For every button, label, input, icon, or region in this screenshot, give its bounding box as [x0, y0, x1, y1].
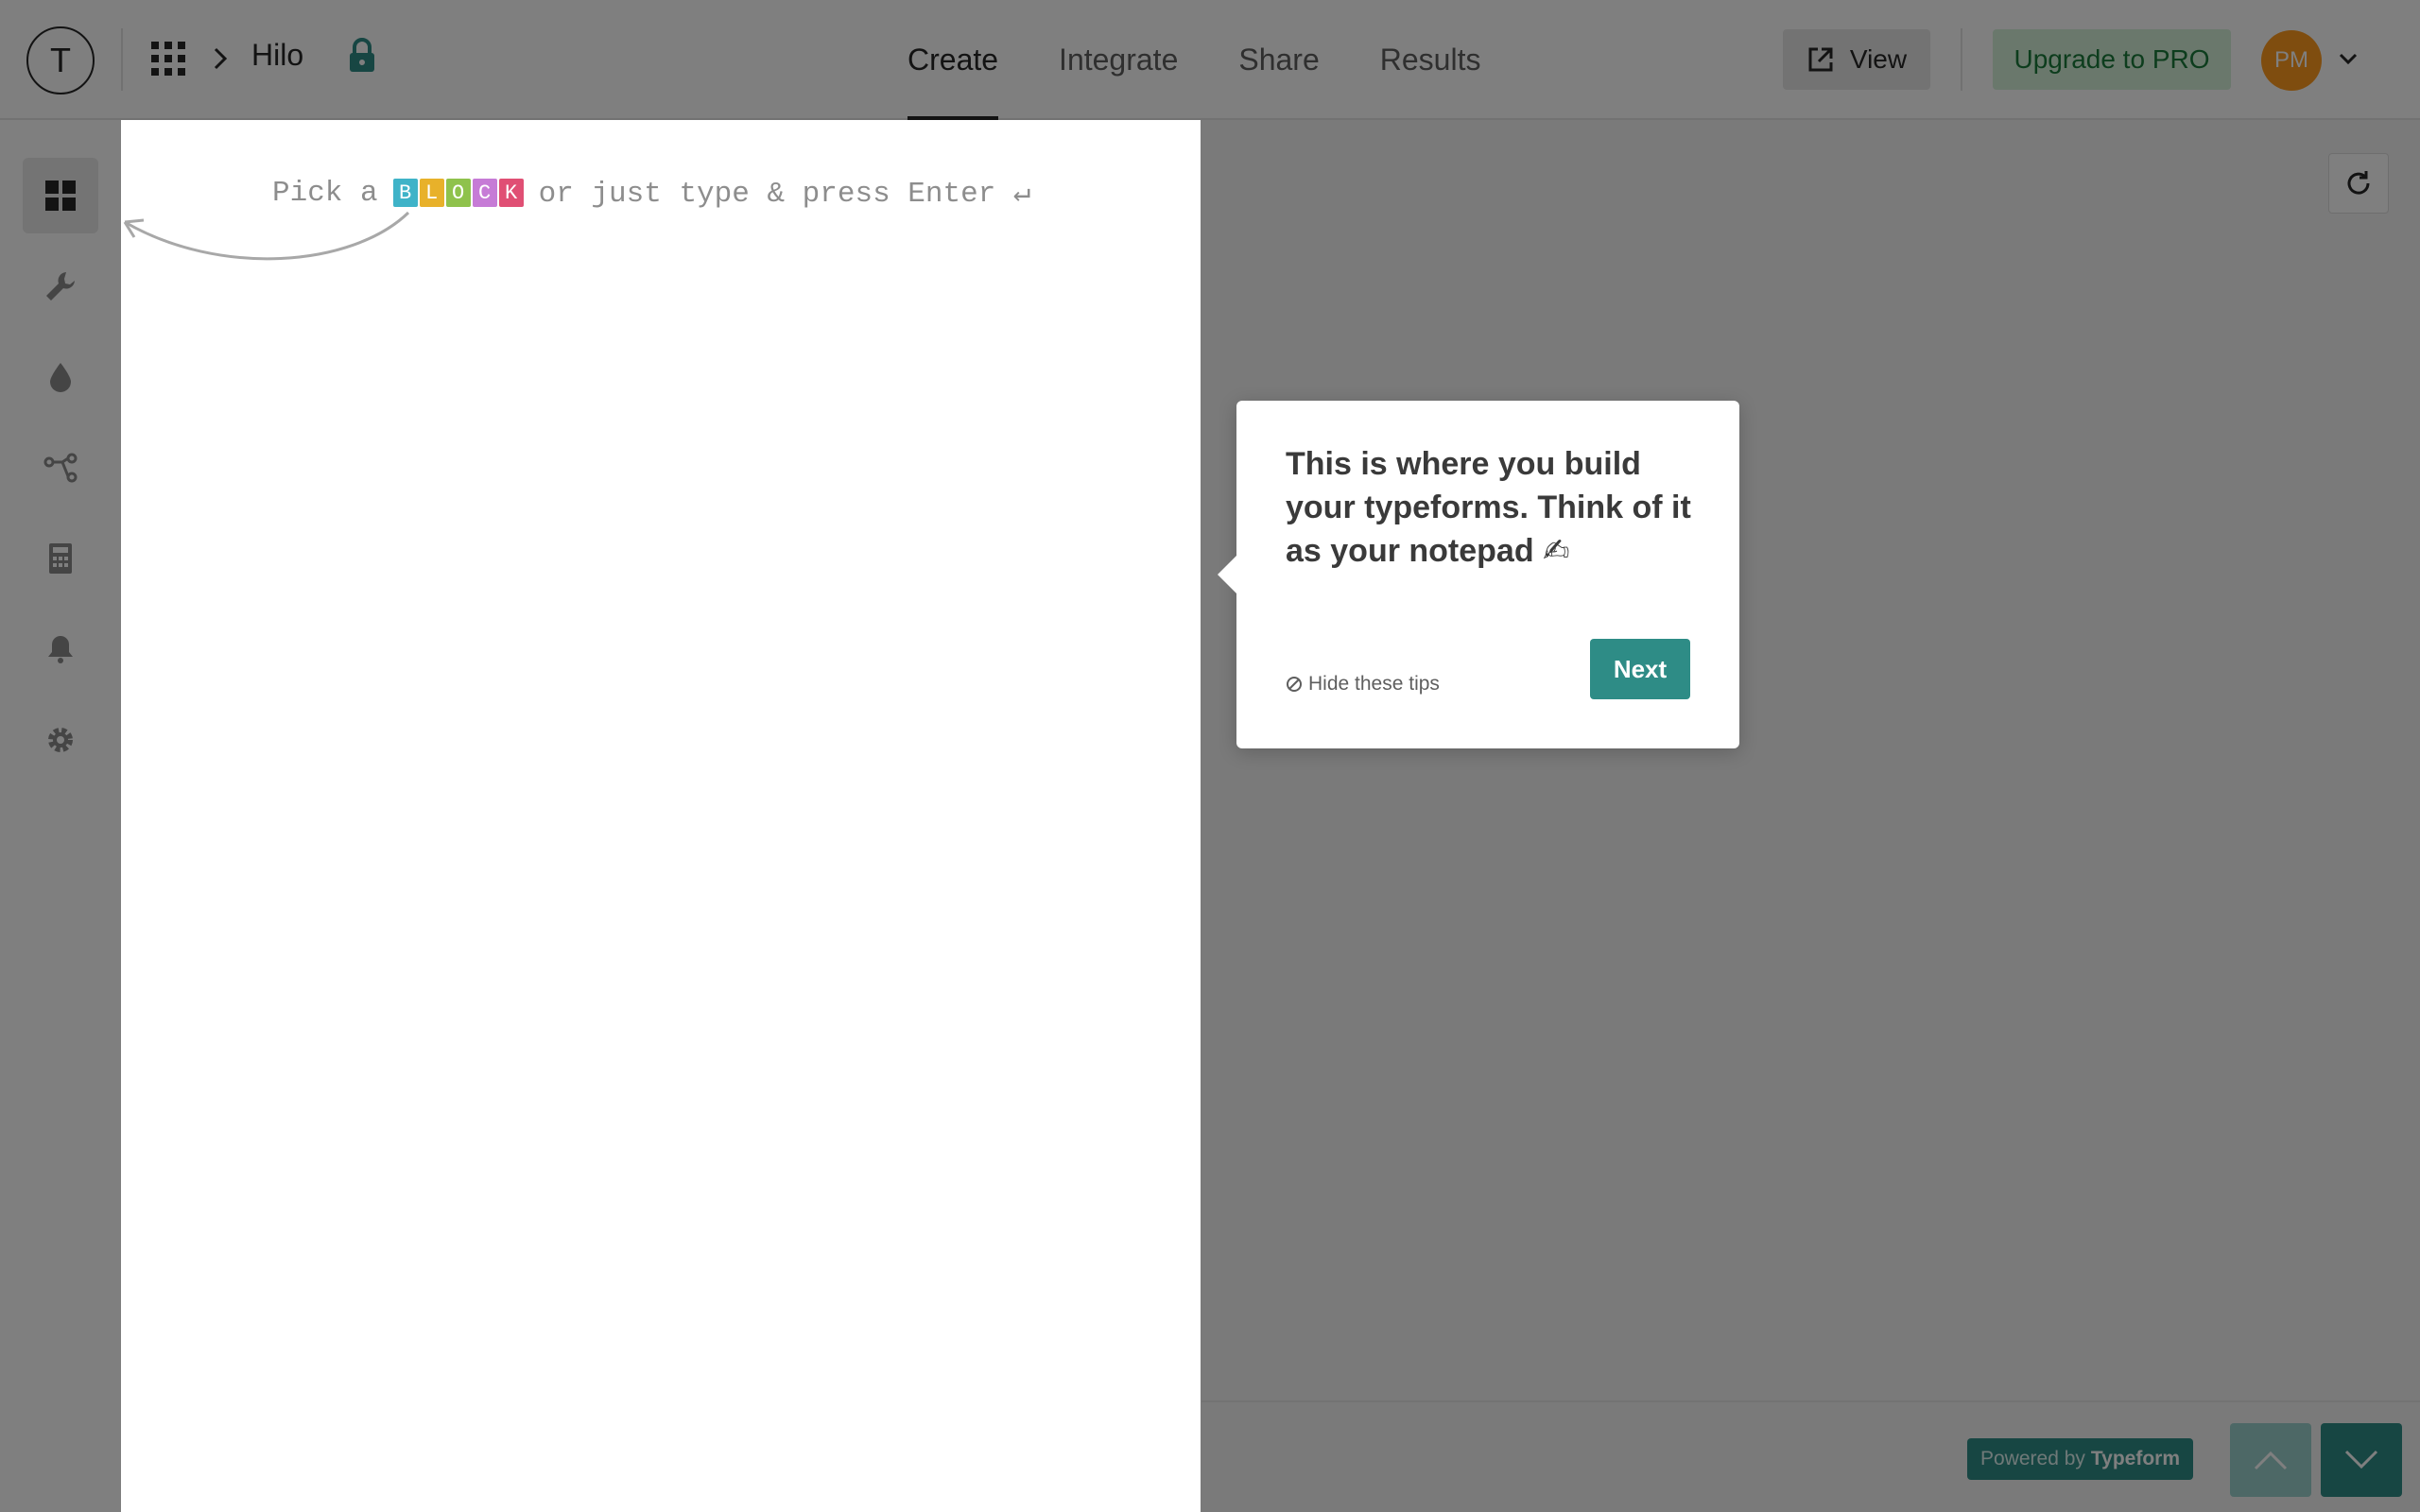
hint-prefix: Pick a	[272, 176, 378, 210]
next-tip-button[interactable]: Next	[1590, 639, 1690, 699]
onboarding-tip: This is where you build your typeforms. …	[1218, 401, 1739, 748]
empty-canvas-hint: Pick a B L O C K or just type & press En…	[272, 175, 1031, 212]
hint-suffix: or just type & press Enter ↵	[538, 178, 1031, 211]
block-letter: L	[419, 179, 444, 207]
block-letter: K	[498, 179, 524, 207]
ban-icon	[1287, 677, 1302, 692]
block-letter: B	[392, 179, 418, 207]
block-letter: O	[445, 179, 471, 207]
block-letters: B L O C K	[392, 179, 524, 207]
block-letter: C	[472, 179, 497, 207]
tip-text: This is where you build your typeforms. …	[1286, 446, 1691, 569]
hide-tips-link[interactable]: Hide these tips	[1286, 673, 1440, 696]
hide-tips-label: Hide these tips	[1308, 673, 1440, 695]
form-editor-canvas[interactable]: Pick a B L O C K or just type & press En…	[121, 120, 1201, 1512]
curved-arrow-icon	[123, 211, 410, 261]
